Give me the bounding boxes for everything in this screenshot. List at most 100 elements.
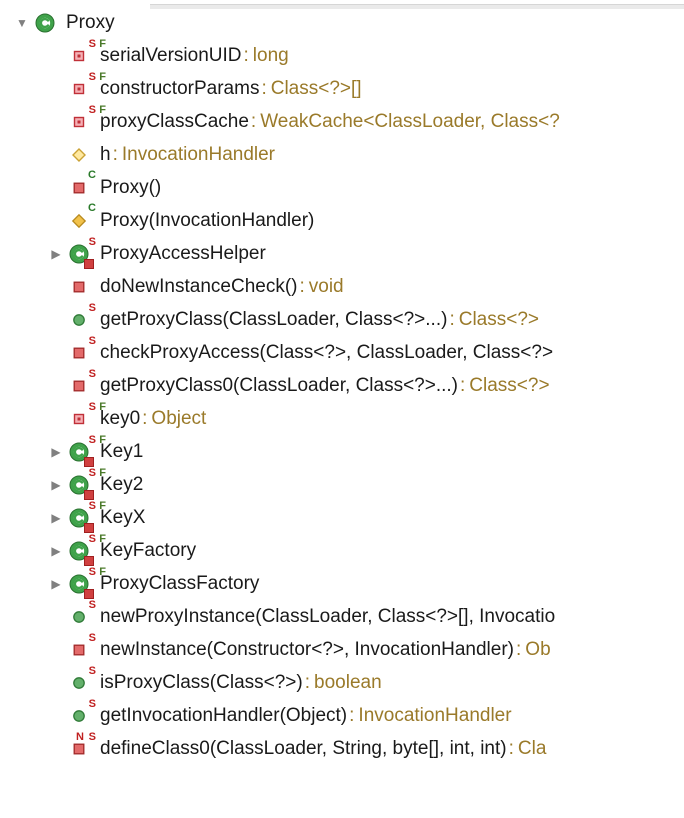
final-badge-icon: F — [99, 38, 106, 50]
tree-row[interactable]: ▶ doNewInstanceCheck() : void — [0, 270, 684, 303]
class-priv-icon: SF — [66, 472, 92, 498]
member-name: KeyX — [100, 507, 145, 529]
tree-row[interactable]: ▶ SFserialVersionUID : long — [0, 39, 684, 72]
class-icon — [32, 10, 58, 36]
tree-row[interactable]: ▶ h : InvocationHandler — [0, 138, 684, 171]
chevron-right-icon[interactable]: ▶ — [48, 544, 64, 558]
field-private-icon: SF — [66, 76, 92, 102]
type-separator: : — [242, 45, 253, 67]
class-priv-icon: S — [66, 241, 92, 267]
member-type: Ob — [525, 639, 550, 661]
member-name: proxyClassCache — [100, 111, 249, 133]
class-priv-icon: SF — [66, 505, 92, 531]
type-separator: : — [458, 375, 469, 397]
member-name: defineClass0(ClassLoader, String, byte[]… — [100, 738, 507, 760]
tree-row[interactable]: ▶ SisProxyClass(Class<?>) : boolean — [0, 666, 684, 699]
chevron-right-icon[interactable]: ▶ — [48, 577, 64, 591]
chevron-right-icon[interactable]: ▶ — [48, 247, 64, 261]
tree-row[interactable]: ▶ SFKeyFactory — [0, 534, 684, 567]
member-name: Proxy — [66, 12, 115, 34]
tree-row[interactable]: ▶ SFkey0 : Object — [0, 402, 684, 435]
static-badge-icon: S — [89, 71, 96, 83]
tree-row[interactable]: ▶ SgetProxyClass0(ClassLoader, Class<?>.… — [0, 369, 684, 402]
final-badge-icon: F — [99, 566, 106, 578]
member-name: serialVersionUID — [100, 45, 242, 67]
chevron-right-icon[interactable]: ▶ — [48, 478, 64, 492]
tree-row[interactable]: ▶ SFKey1 — [0, 435, 684, 468]
static-badge-icon: S — [89, 434, 96, 446]
private-lock-overlay-icon — [84, 556, 94, 566]
static-badge-icon: S — [89, 698, 96, 710]
final-badge-icon: F — [99, 500, 106, 512]
static-badge-icon: S — [89, 368, 96, 380]
static-badge-icon: S — [89, 302, 96, 314]
member-name: ProxyAccessHelper — [100, 243, 266, 265]
member-type: Class<?> — [469, 375, 549, 397]
final-badge-icon: F — [99, 104, 106, 116]
final-badge-icon: F — [99, 533, 106, 545]
private-lock-overlay-icon — [84, 259, 94, 269]
type-separator: : — [447, 309, 458, 331]
private-lock-overlay-icon — [84, 457, 94, 467]
method-public-icon: S — [66, 604, 92, 630]
class-priv-icon: SF — [66, 571, 92, 597]
class-priv-icon: SF — [66, 439, 92, 465]
member-name: ProxyClassFactory — [100, 573, 259, 595]
method-private-icon: S — [66, 373, 92, 399]
member-name: newProxyInstance(ClassLoader, Class<?>[]… — [100, 606, 555, 628]
static-badge-icon: S — [89, 665, 96, 677]
tree-row[interactable]: ▶ S ProxyAccessHelper — [0, 237, 684, 270]
method-public-icon: S — [66, 307, 92, 333]
member-name: KeyFactory — [100, 540, 196, 562]
tree-row[interactable]: ▶ SFProxyClassFactory — [0, 567, 684, 600]
static-badge-icon: S — [89, 533, 96, 545]
static-badge-icon: S — [89, 236, 96, 248]
static-badge-icon: S — [89, 467, 96, 479]
method-public-icon: S — [66, 670, 92, 696]
tree-row[interactable]: ▶ CProxy(InvocationHandler) — [0, 204, 684, 237]
member-name: checkProxyAccess(Class<?>, ClassLoader, … — [100, 342, 553, 364]
private-lock-overlay-icon — [84, 490, 94, 500]
method-public-icon: S — [66, 703, 92, 729]
tree-row[interactable]: ▶ NSdefineClass0(ClassLoader, String, by… — [0, 732, 684, 765]
tree-row[interactable]: ▶ SnewProxyInstance(ClassLoader, Class<?… — [0, 600, 684, 633]
chevron-right-icon[interactable]: ▶ — [48, 511, 64, 525]
static-badge-icon: S — [89, 104, 96, 116]
member-type: InvocationHandler — [358, 705, 511, 727]
type-separator: : — [507, 738, 518, 760]
type-separator: : — [514, 639, 525, 661]
field-protected-icon — [66, 142, 92, 168]
tree-row[interactable]: ▶ CProxy() — [0, 171, 684, 204]
member-name: Proxy(InvocationHandler) — [100, 210, 314, 232]
tree-row[interactable]: ▶ SFproxyClassCache : WeakCache<ClassLoa… — [0, 105, 684, 138]
structure-tree: ▼ Proxy▶ SFserialVersionUID : long▶ SFco… — [0, 0, 684, 775]
chevron-down-icon[interactable]: ▼ — [14, 16, 30, 30]
member-name: constructorParams — [100, 78, 259, 100]
tree-row[interactable]: ▶ SgetInvocationHandler(Object) : Invoca… — [0, 699, 684, 732]
member-name: Key1 — [100, 441, 143, 463]
class-priv-icon: SF — [66, 538, 92, 564]
member-name: Key2 — [100, 474, 143, 496]
tree-row[interactable]: ▼ Proxy — [0, 6, 684, 39]
chevron-right-icon[interactable]: ▶ — [48, 445, 64, 459]
method-protected-icon: C — [66, 208, 92, 234]
static-badge-icon: S — [89, 335, 96, 347]
member-name: getProxyClass0(ClassLoader, Class<?>...) — [100, 375, 458, 397]
tree-row[interactable]: ▶ SFconstructorParams : Class<?>[] — [0, 72, 684, 105]
tree-row[interactable]: ▶ SgetProxyClass(ClassLoader, Class<?>..… — [0, 303, 684, 336]
static-badge-icon: S — [89, 731, 96, 743]
final-badge-icon: F — [99, 434, 106, 446]
constructor-badge-icon: C — [88, 169, 96, 181]
member-name: key0 — [100, 408, 140, 430]
member-type: void — [309, 276, 344, 298]
tree-row[interactable]: ▶ SF KeyX — [0, 501, 684, 534]
tree-row[interactable]: ▶ SnewInstance(Constructor<?>, Invocatio… — [0, 633, 684, 666]
static-badge-icon: S — [89, 566, 96, 578]
panel-header-bar — [150, 4, 684, 9]
tree-row[interactable]: ▶ SF Key2 — [0, 468, 684, 501]
private-lock-overlay-icon — [84, 589, 94, 599]
static-badge-icon: S — [89, 632, 96, 644]
tree-row[interactable]: ▶ ScheckProxyAccess(Class<?>, ClassLoade… — [0, 336, 684, 369]
type-separator: : — [347, 705, 358, 727]
method-private-icon: S — [66, 340, 92, 366]
